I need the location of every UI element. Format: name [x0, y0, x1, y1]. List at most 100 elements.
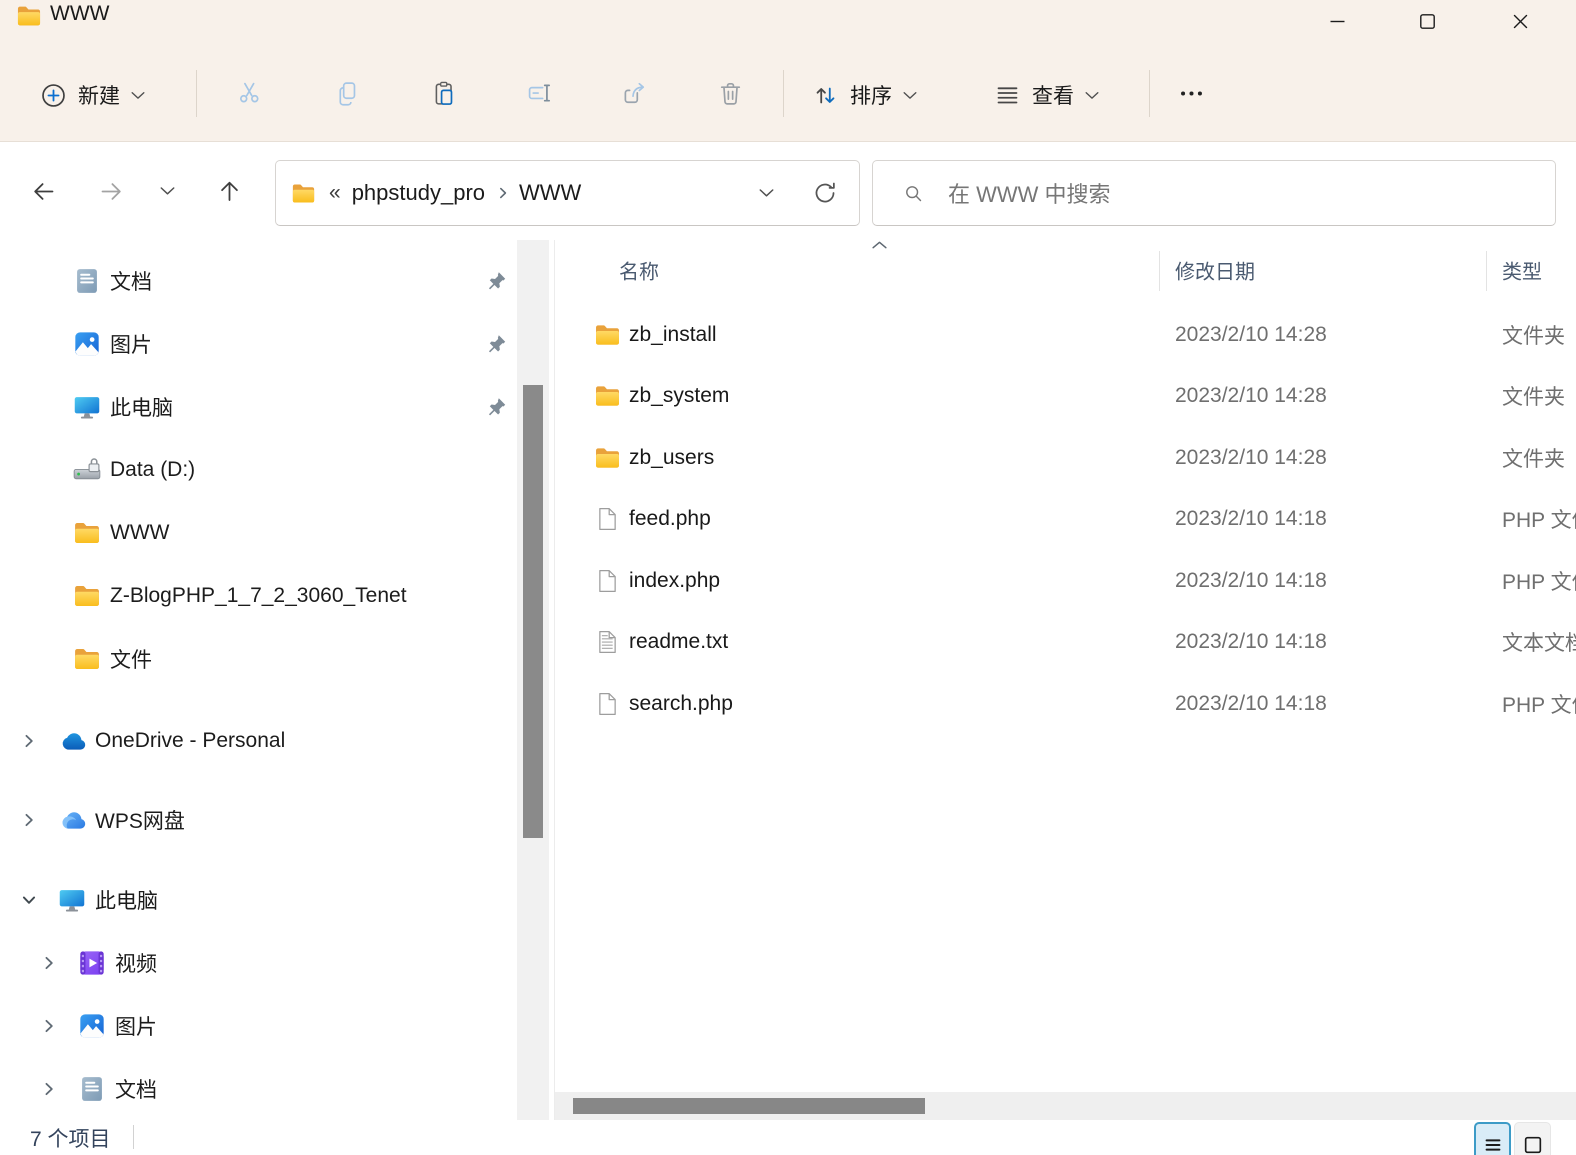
sidebar-item-this-pc[interactable]: 此电脑 — [0, 868, 517, 931]
navigation-pane: 文档 图片 此电脑 Data (D:) WWW Z-BlogPHP_1_7_2_… — [0, 240, 517, 1120]
view-toggles — [1474, 1122, 1551, 1155]
paste-button[interactable] — [420, 69, 468, 117]
sidebar-item-onedrive[interactable]: OneDrive - Personal — [0, 709, 517, 772]
maximize-button[interactable] — [1404, 0, 1450, 42]
view-lines-icon — [994, 82, 1021, 109]
chevron-right-icon[interactable] — [22, 733, 37, 748]
close-icon — [1511, 12, 1530, 31]
delete-button[interactable] — [706, 69, 754, 117]
new-button[interactable]: 新建 — [28, 64, 157, 126]
item-count: 7 个项目 — [30, 1128, 111, 1151]
pictures-icon — [73, 330, 101, 358]
horizontal-scrollbar-thumb[interactable] — [573, 1098, 925, 1114]
pictures-icon — [78, 1012, 106, 1040]
rename-icon — [526, 80, 553, 107]
address-bar[interactable]: « phpstudy_pro WWW — [275, 160, 860, 226]
chevron-right-icon[interactable] — [42, 1018, 57, 1033]
sidebar-item-videos[interactable]: 视频 — [0, 931, 517, 994]
toolbar-separator — [783, 70, 784, 117]
file-row-zb-system[interactable]: zb_system 2023/2/10 14:28 文件夹 — [555, 366, 1576, 428]
chevron-right-icon[interactable] — [497, 187, 509, 199]
sidebar-scrollbar[interactable] — [517, 240, 549, 1120]
chevron-down-icon[interactable] — [22, 892, 37, 907]
folder-icon — [594, 321, 621, 348]
folder-icon — [594, 383, 621, 410]
file-list-panel: 名称 修改日期 类型 zb_install 2023/2/10 14:28 文件… — [554, 240, 1576, 1120]
onedrive-icon — [58, 727, 86, 755]
copy-button[interactable] — [323, 69, 371, 117]
folder-icon — [73, 645, 101, 673]
search-box[interactable]: 在 WWW 中搜索 — [872, 160, 1556, 226]
file-row-index-php[interactable]: index.php 2023/2/10 14:18 PHP 文件 — [555, 550, 1576, 612]
minimize-button[interactable] — [1314, 0, 1360, 42]
sidebar-scrollbar-thumb[interactable] — [523, 385, 543, 838]
status-separator — [133, 1125, 134, 1149]
sidebar-item-zblogphp[interactable]: Z-BlogPHP_1_7_2_3060_Tenet — [0, 564, 517, 627]
chevron-right-icon[interactable] — [42, 955, 57, 970]
sidebar-item-www[interactable]: WWW — [0, 501, 517, 564]
minimize-icon — [1328, 12, 1347, 31]
file-icon — [594, 690, 621, 717]
toolbar-separator — [196, 70, 197, 117]
recent-locations-chevron-icon[interactable] — [160, 186, 175, 196]
sort-button-label: 排序 — [850, 85, 892, 108]
up-button[interactable] — [216, 178, 243, 205]
sidebar-item-files[interactable]: 文件 — [0, 627, 517, 690]
forward-button[interactable] — [98, 178, 125, 205]
paste-icon — [431, 80, 458, 107]
rename-button[interactable] — [515, 69, 563, 117]
file-row-search-php[interactable]: search.php 2023/2/10 14:18 PHP 文件 — [555, 673, 1576, 735]
cut-button[interactable] — [226, 69, 274, 117]
command-toolbar: 新建 排序 查看 — [0, 45, 1576, 142]
column-separator[interactable] — [1159, 251, 1160, 291]
documents-icon — [78, 1075, 106, 1103]
details-view-button[interactable] — [1474, 1122, 1511, 1155]
back-button[interactable] — [30, 178, 57, 205]
view-button[interactable]: 查看 — [982, 64, 1111, 126]
sidebar-item-data-drive[interactable]: Data (D:) — [0, 438, 517, 501]
chevron-right-icon[interactable] — [42, 1081, 57, 1096]
maximize-icon — [1418, 12, 1437, 31]
column-header-name[interactable]: 名称 — [619, 256, 659, 285]
file-row-zb-install[interactable]: zb_install 2023/2/10 14:28 文件夹 — [555, 304, 1576, 366]
navigation-bar: « phpstudy_pro WWW 在 WWW 中搜索 — [0, 142, 1576, 240]
sidebar-item-documents[interactable]: 文档 — [0, 249, 517, 312]
breadcrumb-item[interactable]: WWW — [519, 180, 581, 206]
file-row-readme-txt[interactable]: readme.txt 2023/2/10 14:18 文本文档 — [555, 612, 1576, 674]
this-pc-icon — [58, 886, 86, 914]
file-explorer-window: WWW 新建 排序 查看 « phpstudy_pro WWW 在 WWW 中搜… — [0, 0, 1576, 1155]
file-row-feed-php[interactable]: feed.php 2023/2/10 14:18 PHP 文件 — [555, 489, 1576, 551]
documents-icon — [73, 267, 101, 295]
sidebar-item-documents-tree[interactable]: 文档 — [0, 1057, 517, 1120]
close-button[interactable] — [1497, 0, 1543, 42]
more-options-button[interactable] — [1167, 69, 1215, 117]
text-file-icon — [594, 629, 621, 656]
new-button-label: 新建 — [78, 85, 120, 108]
sidebar-item-this-pc-pinned[interactable]: 此电脑 — [0, 375, 517, 438]
column-header-type[interactable]: 类型 — [1502, 256, 1542, 285]
sort-arrows-icon — [812, 82, 839, 109]
share-button[interactable] — [611, 69, 659, 117]
folder-icon — [16, 3, 42, 29]
title-bar: WWW — [0, 0, 1576, 45]
sidebar-item-pictures-tree[interactable]: 图片 — [0, 994, 517, 1057]
sort-button[interactable]: 排序 — [800, 64, 929, 126]
column-header-date-modified[interactable]: 修改日期 — [1175, 256, 1255, 285]
folder-icon — [73, 582, 101, 610]
horizontal-scrollbar[interactable] — [555, 1092, 1576, 1120]
copy-icon — [334, 80, 361, 107]
content-area: 文档 图片 此电脑 Data (D:) WWW Z-BlogPHP_1_7_2_… — [0, 240, 1576, 1120]
column-separator[interactable] — [1486, 251, 1487, 291]
pin-icon — [486, 333, 507, 354]
refresh-icon[interactable] — [811, 179, 839, 207]
breadcrumb-overflow-button[interactable]: « — [329, 181, 341, 205]
breadcrumb-item[interactable]: phpstudy_pro — [352, 180, 485, 206]
sidebar-item-wps-cloud[interactable]: WPS网盘 — [0, 788, 517, 851]
search-placeholder: 在 WWW 中搜索 — [948, 182, 1111, 207]
sidebar-item-pictures[interactable]: 图片 — [0, 312, 517, 375]
large-thumbnails-view-button[interactable] — [1514, 1122, 1551, 1155]
file-row-zb-users[interactable]: zb_users 2023/2/10 14:28 文件夹 — [555, 427, 1576, 489]
address-dropdown-chevron-icon[interactable] — [759, 188, 774, 198]
folder-icon — [594, 444, 621, 471]
chevron-right-icon[interactable] — [22, 812, 37, 827]
